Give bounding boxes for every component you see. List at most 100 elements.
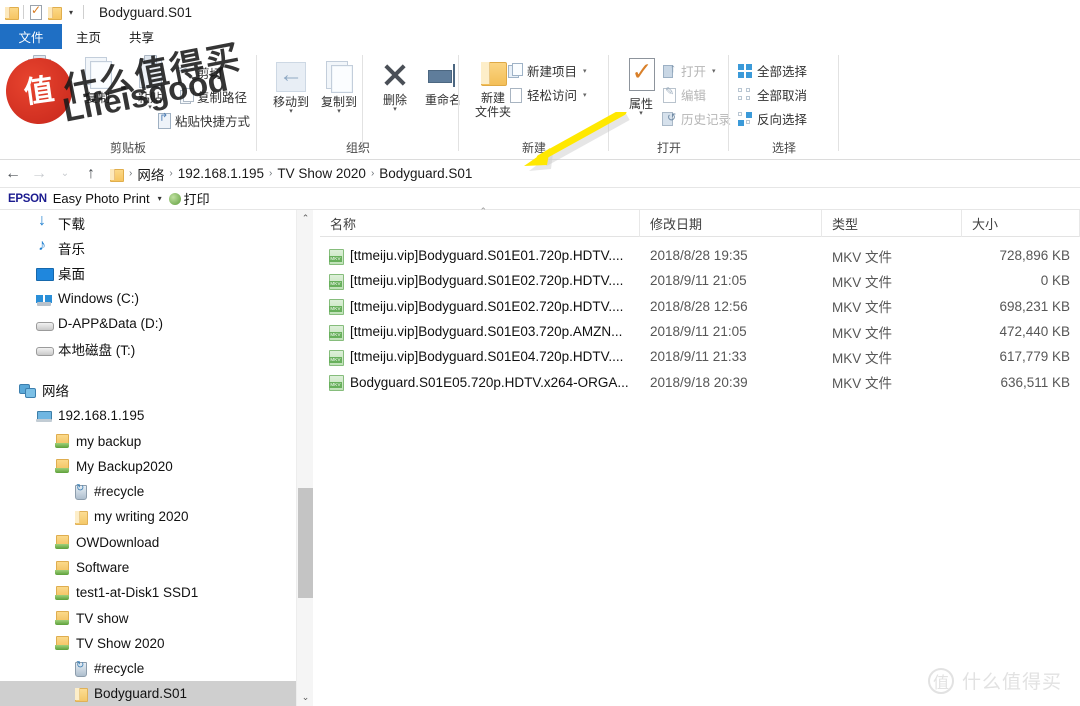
chevron-down-icon[interactable]: ▾ <box>712 67 716 75</box>
properties-icon[interactable] <box>29 3 42 20</box>
folder-icon[interactable] <box>5 6 19 20</box>
new-folder-icon[interactable] <box>48 6 62 20</box>
sidebar-item-my-backup2020[interactable]: My Backup2020 <box>0 454 296 479</box>
chevron-down-icon[interactable]: ▾ <box>148 104 152 111</box>
new-folder-icon <box>476 59 510 89</box>
chevron-down-icon[interactable]: ▾ <box>639 110 643 117</box>
sidebar-item-tv-show-2020[interactable]: TV Show 2020 <box>0 631 296 656</box>
scroll-down-arrow-icon[interactable]: ⌄ <box>297 689 314 706</box>
sidebar-item-label: 网络 <box>42 384 69 400</box>
back-button[interactable]: ← <box>0 160 26 188</box>
sidebar-item-label: my backup <box>76 433 142 449</box>
chevron-down-icon[interactable]: ▾ <box>583 91 587 99</box>
select-none-icon <box>738 87 753 102</box>
easy-access-button[interactable]: 轻松访问 ▾ <box>508 85 587 104</box>
sidebar-item-my-backup[interactable]: my backup <box>0 428 296 453</box>
breadcrumb-tvshow2020[interactable]: TV Show 2020 <box>274 166 369 181</box>
copy-to-button[interactable]: 复制到 ▾ <box>312 59 366 115</box>
ribbon: 固定到快 速访问 复制 粘贴 ▾ 剪切 复制路径 粘贴快捷方式 <box>0 49 1080 160</box>
move-to-button[interactable]: 移动到 ▾ <box>264 59 318 115</box>
cut-button[interactable]: 剪切 <box>178 63 222 82</box>
edit-button[interactable]: 编辑 <box>662 85 706 104</box>
column-header-row: ⌃ 名称 修改日期 类型 大小 <box>320 206 1080 237</box>
table-row[interactable]: MKV Bodyguard.S01E05.720p.HDTV.x264-ORGA.… <box>320 369 1080 394</box>
table-row[interactable]: MKV [ttmeiju.vip]Bodyguard.S01E02.720p.HD… <box>320 294 1080 319</box>
cell-name: MKV [ttmeiju.vip]Bodyguard.S01E01.720p.HD… <box>320 248 640 265</box>
paste-shortcut-button[interactable]: 粘贴快捷方式 <box>156 111 250 130</box>
copy-path-button[interactable]: 复制路径 <box>178 87 247 106</box>
navigation-pane[interactable]: 下载音乐桌面 Windows (C:) D-APP&Data (D:) 本地磁盘 (T… <box>0 210 296 706</box>
new-item-button[interactable]: 新建项目 ▾ <box>508 61 587 80</box>
sidebar-item-[interactable]: 网络 <box>0 378 296 403</box>
tab-file[interactable]: 文件 <box>0 24 62 49</box>
copy-button[interactable]: 复制 <box>74 55 122 105</box>
table-row[interactable]: MKV [ttmeiju.vip]Bodyguard.S01E03.720p.AM… <box>320 319 1080 344</box>
sidebar-item-bodyguard-s01[interactable]: Bodyguard.S01 <box>0 681 296 706</box>
sidebar-item-192-168-1-195[interactable]: 192.168.1.195 <box>0 403 296 428</box>
scroll-up-arrow-icon[interactable]: ⌃ <box>297 210 314 227</box>
cell-file-size: 636,511 KB <box>1000 374 1070 390</box>
delete-button[interactable]: 删除 ▾ <box>368 59 422 113</box>
forward-button[interactable]: → <box>26 160 52 188</box>
navigation-scrollbar[interactable]: ⌃ ⌄ <box>296 210 313 706</box>
epson-app-name[interactable]: Easy Photo Print <box>53 191 150 206</box>
chevron-down-icon[interactable]: ▾ <box>64 8 78 17</box>
recent-locations-button[interactable]: ⌄ <box>52 160 78 188</box>
table-row[interactable]: MKV [ttmeiju.vip]Bodyguard.S01E04.720p.HD… <box>320 344 1080 369</box>
chevron-down-icon[interactable]: ▾ <box>393 106 397 113</box>
print-icon[interactable] <box>168 192 181 205</box>
sidebar-item-t[interactable]: 本地磁盘 (T:) <box>0 336 296 361</box>
sidebar-item-windows-c[interactable]: Windows (C:) <box>0 286 296 311</box>
sidebar-item-recycle[interactable]: #recycle <box>0 656 296 681</box>
breadcrumb-host[interactable]: 192.168.1.195 <box>175 166 267 181</box>
scrollbar-thumb[interactable] <box>298 488 313 598</box>
up-button[interactable]: ↑ <box>78 160 104 188</box>
cell-modified-date: 2018/9/11 21:33 <box>650 349 747 365</box>
table-row[interactable]: MKV [ttmeiju.vip]Bodyguard.S01E02.720p.HD… <box>320 268 1080 293</box>
address-breadcrumb-box[interactable]: › 网络 › 192.168.1.195 › TV Show 2020 › Bo… <box>104 163 1074 185</box>
cell-file-type: MKV 文件 <box>832 274 893 290</box>
open-button[interactable]: 打开 ▾ <box>662 61 716 80</box>
epson-print-label[interactable]: 打印 <box>184 189 210 208</box>
group-divider <box>362 55 363 151</box>
tab-home[interactable]: 主页 <box>62 24 116 49</box>
cell-file-size: 728,896 KB <box>999 248 1070 264</box>
chevron-down-icon[interactable]: ▾ <box>583 67 587 75</box>
select-none-button[interactable]: 全部取消 <box>738 85 807 104</box>
rename-icon <box>426 61 460 91</box>
invert-selection-button[interactable]: 反向选择 <box>738 109 807 128</box>
sidebar-item-d-app-data-d[interactable]: D-APP&Data (D:) <box>0 311 296 336</box>
column-header-name[interactable]: ⌃ 名称 <box>320 206 640 237</box>
tab-share[interactable]: 共享 <box>115 24 168 49</box>
column-header-type[interactable]: 类型 <box>822 210 962 237</box>
sidebar-item-my-writing-2020[interactable]: my writing 2020 <box>0 504 296 529</box>
paste-button[interactable]: 粘贴 ▾ <box>126 55 174 111</box>
breadcrumb-current[interactable]: Bodyguard.S01 <box>376 166 475 181</box>
file-list-pane[interactable]: ⌃ 名称 修改日期 类型 大小 MKV [ttmeiju.vip]Bodyguar… <box>320 206 1080 706</box>
sidebar-item-owdownload[interactable]: OWDownload <box>0 530 296 555</box>
select-all-button[interactable]: 全部选择 <box>738 61 807 80</box>
group-divider <box>728 55 729 151</box>
sidebar-item-[interactable]: 桌面 <box>0 261 296 286</box>
chevron-down-icon[interactable]: ▾ <box>158 194 162 203</box>
sidebar-item-label: D-APP&Data (D:) <box>58 316 164 332</box>
table-row[interactable]: MKV [ttmeiju.vip]Bodyguard.S01E01.720p.HD… <box>320 243 1080 268</box>
chevron-down-icon[interactable]: ▾ <box>289 108 293 115</box>
chevron-down-icon[interactable]: ▾ <box>337 108 341 115</box>
cell-file-type: MKV 文件 <box>832 350 893 366</box>
sidebar-item-[interactable]: 音乐 <box>0 235 296 260</box>
sidebar-item-recycle[interactable]: #recycle <box>0 479 296 504</box>
sidebar-item-[interactable]: 下载 <box>0 210 296 235</box>
history-button[interactable]: 历史记录 <box>662 109 731 128</box>
column-header-date[interactable]: 修改日期 <box>640 210 822 237</box>
sidebar-item-software[interactable]: Software <box>0 555 296 580</box>
column-header-size[interactable]: 大小 <box>962 210 1080 237</box>
sidebar-item-tv-show[interactable]: TV show <box>0 605 296 630</box>
properties-button[interactable]: 属性 ▾ <box>614 57 668 117</box>
cell-modified-date: 2018/9/11 21:05 <box>650 273 747 289</box>
breadcrumb-network[interactable]: 网络 <box>134 164 167 184</box>
sidebar-item-test1-at-disk1-ssd1[interactable]: test1-at-Disk1 SSD1 <box>0 580 296 605</box>
paste-shortcut-label: 粘贴快捷方式 <box>175 115 251 129</box>
pin-to-quick-access-button[interactable]: 固定到快 速访问 <box>8 55 70 119</box>
file-name: [ttmeiju.vip]Bodyguard.S01E02.720p.HDTV.… <box>350 298 624 314</box>
